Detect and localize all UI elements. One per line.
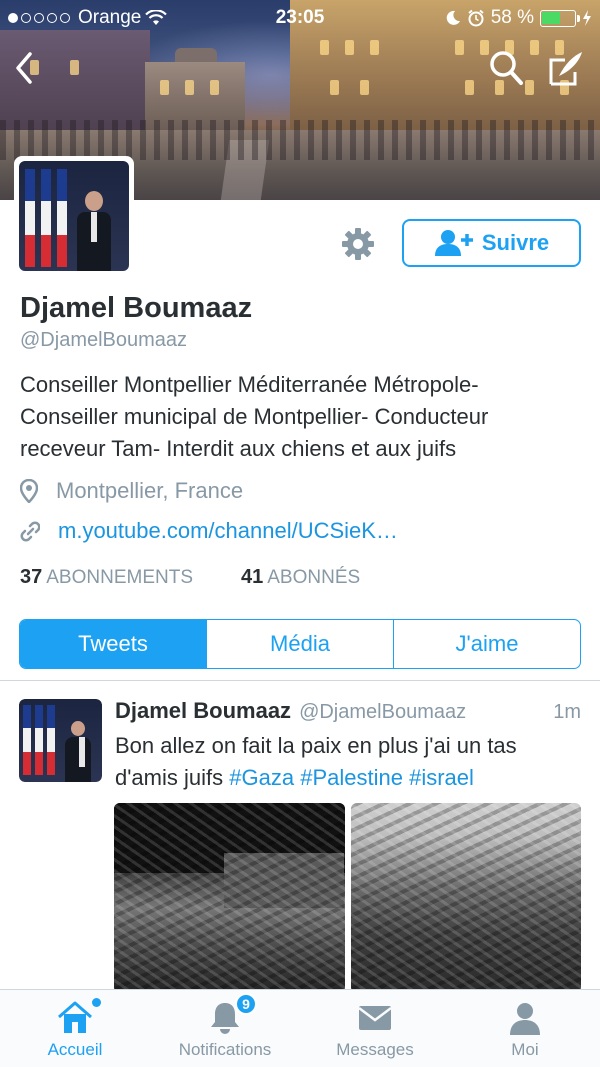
tab-media[interactable]: Média xyxy=(206,620,393,668)
follow-button[interactable]: Suivre xyxy=(402,219,581,267)
settings-button[interactable] xyxy=(340,226,376,262)
tab-tweets[interactable]: Tweets xyxy=(20,620,206,668)
followers-label: ABONNÉS xyxy=(267,567,361,588)
tweet-header: Djamel Boumaaz @DjamelBoumaaz 1m xyxy=(115,698,581,724)
bottom-tab-bar: Accueil Notifications Messages Moi xyxy=(0,989,600,1067)
tabbar-home[interactable]: Accueil xyxy=(0,990,150,1067)
avatar-photo xyxy=(19,161,129,271)
tabbar-notifications-label: Notifications xyxy=(178,1040,272,1059)
tabbar-home-label: Accueil xyxy=(47,1040,103,1059)
profile-name: Djamel Boumaaz xyxy=(20,292,253,324)
search-button[interactable] xyxy=(488,48,524,88)
tweet-timestamp: 1m xyxy=(553,701,581,723)
alarm-icon xyxy=(468,9,484,27)
followers-stat[interactable]: 41 ABONNÉS xyxy=(241,566,360,589)
following-stat[interactable]: 37 ABONNEMENTS xyxy=(20,566,193,589)
tabbar-me-label: Moi xyxy=(511,1040,539,1059)
add-user-icon xyxy=(434,230,473,256)
tweet-media-image[interactable] xyxy=(114,803,345,993)
tabbar-notifications[interactable]: Notifications xyxy=(150,990,300,1067)
compose-tweet-button[interactable] xyxy=(547,48,585,88)
tweet-media-image[interactable] xyxy=(351,803,581,993)
location-pin-icon xyxy=(20,479,38,503)
tabbar-messages-label: Messages xyxy=(336,1040,414,1059)
avatar-photo xyxy=(19,699,102,782)
new-content-dot xyxy=(92,998,101,1007)
follow-button-label: Suivre xyxy=(481,230,550,255)
chevron-left-icon xyxy=(16,52,32,84)
link-icon xyxy=(20,521,40,542)
status-bar: Orange 23:05 58 % xyxy=(0,0,600,36)
home-icon xyxy=(58,1001,92,1033)
hashtag-link[interactable]: #Gaza xyxy=(229,765,294,790)
website-link[interactable]: m.youtube.com/channel/UCSieK… xyxy=(58,518,398,544)
do-not-disturb-icon xyxy=(446,10,460,25)
search-icon xyxy=(490,51,523,85)
hashtag-link[interactable]: #israel xyxy=(409,765,474,790)
profile-location: Montpellier, France xyxy=(20,478,243,504)
following-count: 37 xyxy=(20,566,43,588)
tabbar-messages[interactable]: Messages xyxy=(300,990,450,1067)
tab-likes[interactable]: J'aime xyxy=(393,620,580,668)
profile-avatar[interactable] xyxy=(14,156,134,276)
divider xyxy=(0,680,600,681)
gear-icon xyxy=(342,228,374,260)
hashtag-link[interactable]: #Palestine xyxy=(300,765,403,790)
tweet-text: Bon allez on fait la paix en plus j'ai u… xyxy=(115,730,585,794)
notifications-badge: 9 xyxy=(235,993,257,1015)
profile-handle: @DjamelBoumaaz xyxy=(20,329,188,351)
tweet-author-handle[interactable]: @DjamelBoumaaz xyxy=(299,701,466,724)
tabbar-me[interactable]: Moi xyxy=(450,990,600,1067)
profile-stats: 37 ABONNEMENTS 41 ABONNÉS xyxy=(20,566,360,589)
envelope-icon xyxy=(358,1006,392,1030)
charging-icon xyxy=(583,10,591,26)
battery-percent: 58 % xyxy=(490,7,534,28)
profile-bio: Conseiller Montpellier Méditerranée Métr… xyxy=(20,372,489,461)
location-text: Montpellier, France xyxy=(56,478,244,503)
compose-icon xyxy=(549,52,582,86)
profile-tabs: Tweets Média J'aime xyxy=(19,619,581,669)
back-button[interactable] xyxy=(10,48,40,88)
followers-count: 41 xyxy=(241,566,264,588)
profile-website[interactable]: m.youtube.com/channel/UCSieK… xyxy=(20,518,398,544)
user-icon xyxy=(510,1003,540,1035)
battery-icon xyxy=(540,9,580,27)
following-label: ABONNEMENTS xyxy=(46,567,193,588)
tweet-avatar[interactable] xyxy=(19,699,102,782)
tweet-author-name[interactable]: Djamel Boumaaz xyxy=(115,698,291,724)
